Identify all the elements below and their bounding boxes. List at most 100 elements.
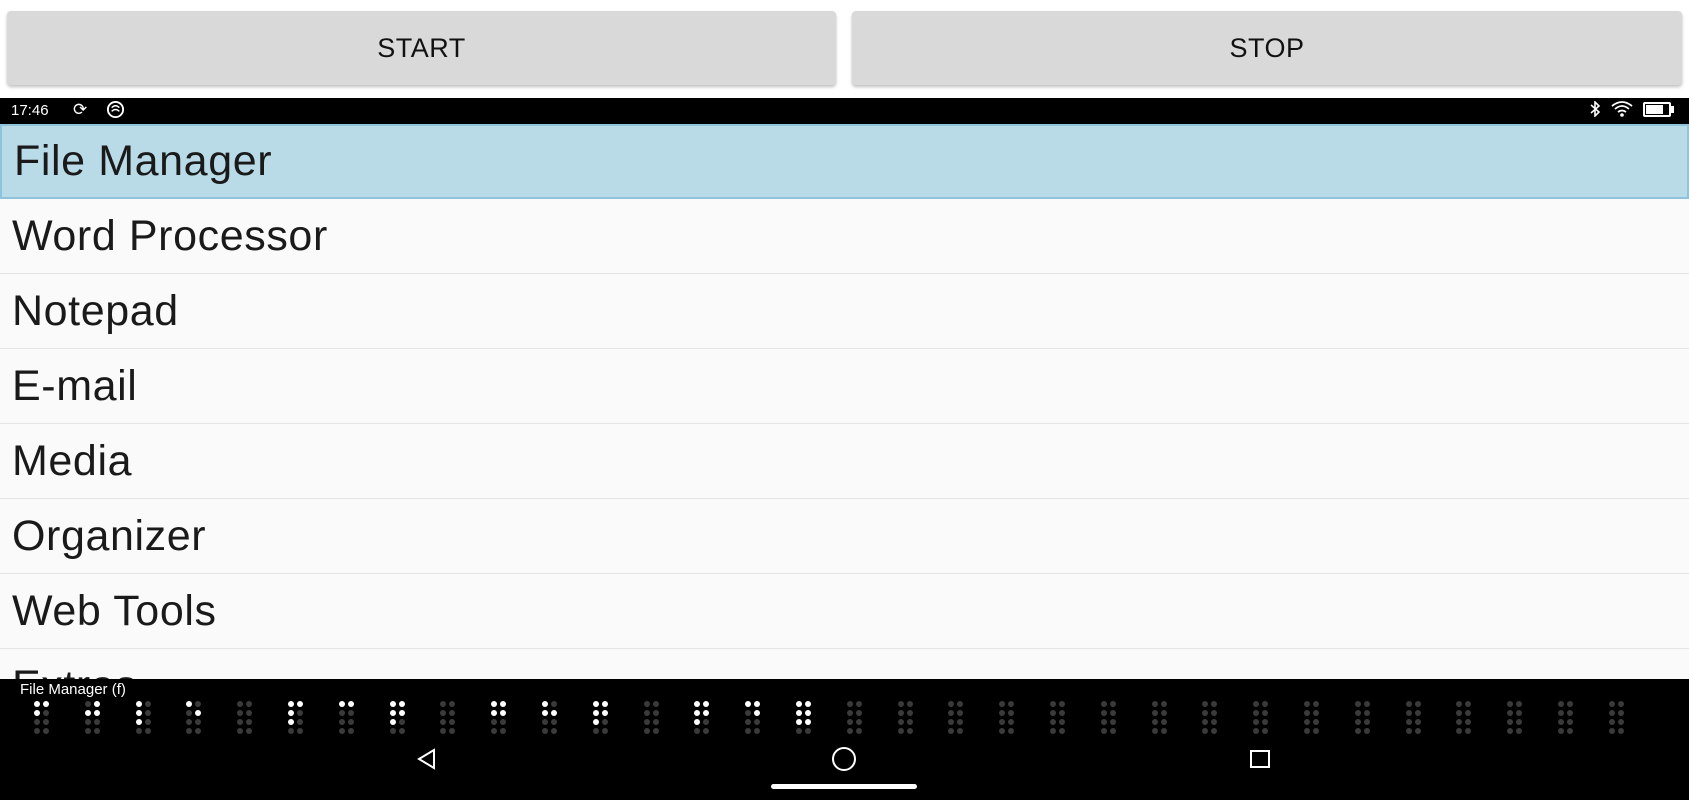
braille-dot: [1059, 719, 1065, 725]
menu-item-web-tools[interactable]: Web Tools: [0, 574, 1689, 649]
braille-cell[interactable]: [1304, 701, 1322, 735]
home-icon[interactable]: [820, 741, 868, 777]
wifi-icon: [1611, 101, 1633, 117]
menu-item-notepad[interactable]: Notepad: [0, 274, 1689, 349]
braille-cell[interactable]: [237, 701, 255, 735]
device-screen: 17:46 ⟳ File Manager Word Processor Note…: [0, 98, 1689, 800]
braille-dot: [347, 701, 354, 707]
start-button[interactable]: START: [7, 11, 836, 85]
menu-item-file-manager[interactable]: File Manager: [0, 124, 1689, 199]
menu-item-organizer[interactable]: Organizer: [0, 499, 1689, 574]
braille-cell[interactable]: [1456, 701, 1474, 735]
menu-item-extras[interactable]: Extras: [0, 649, 1689, 680]
braille-dot: [338, 728, 345, 734]
braille-dot: [652, 728, 659, 734]
braille-dot: [957, 728, 964, 734]
braille-cell[interactable]: [1100, 701, 1119, 735]
braille-dot: [1253, 710, 1260, 716]
braille-dot: [897, 728, 904, 734]
status-bar: 17:46 ⟳: [0, 98, 1689, 124]
braille-dot: [195, 728, 202, 734]
stop-button[interactable]: STOP: [852, 11, 1682, 85]
braille-dot: [855, 710, 862, 716]
braille-dot: [491, 701, 498, 707]
braille-cell[interactable]: [1507, 701, 1525, 735]
braille-cell[interactable]: [1405, 701, 1424, 735]
braille-dot: [652, 710, 659, 716]
braille-dot: [999, 701, 1006, 707]
braille-dot: [1202, 728, 1209, 734]
braille-cell[interactable]: [846, 701, 865, 735]
braille-dot: [1516, 728, 1523, 734]
menu-item-email[interactable]: E-mail: [0, 349, 1689, 424]
braille-dot: [1262, 710, 1269, 716]
braille-dot: [1456, 728, 1463, 734]
braille-dot: [999, 710, 1006, 716]
braille-dot: [957, 719, 964, 725]
back-icon[interactable]: [403, 741, 451, 777]
braille-dot: [1405, 728, 1412, 734]
braille-cell[interactable]: [1050, 701, 1068, 735]
braille-dot: [186, 719, 193, 725]
braille-cell[interactable]: [1202, 701, 1220, 735]
braille-dot: [652, 719, 659, 725]
braille-cell[interactable]: [694, 701, 712, 735]
braille-dot: [1456, 710, 1463, 716]
braille-dot: [1211, 728, 1218, 734]
menu-item-media[interactable]: Media: [0, 424, 1689, 499]
braille-dot: [643, 728, 650, 734]
braille-cell[interactable]: [948, 701, 966, 735]
braille-cell[interactable]: [1253, 701, 1271, 735]
braille-dot: [592, 701, 599, 707]
braille-dot: [805, 710, 811, 716]
braille-dot: [1008, 728, 1015, 734]
braille-cell[interactable]: [1354, 701, 1373, 735]
braille-cell[interactable]: [1608, 701, 1627, 735]
braille-cell[interactable]: [491, 701, 509, 735]
braille-cell[interactable]: [338, 701, 357, 735]
menu-item-word-processor[interactable]: Word Processor: [0, 199, 1689, 274]
braille-dot: [1253, 728, 1260, 734]
braille-dot: [754, 719, 761, 725]
braille-dot: [500, 728, 507, 734]
braille-dot: [195, 710, 202, 716]
braille-dot: [1507, 719, 1514, 725]
braille-cell[interactable]: [999, 701, 1017, 735]
braille-dot: [745, 719, 752, 725]
braille-dot: [1354, 728, 1361, 734]
recents-icon[interactable]: [1236, 741, 1284, 777]
braille-dot: [1608, 728, 1615, 734]
braille-dot: [1151, 728, 1158, 734]
braille-cell[interactable]: [1151, 701, 1170, 735]
braille-dot: [1567, 701, 1573, 707]
braille-cell[interactable]: [542, 701, 560, 735]
braille-cell[interactable]: [440, 701, 458, 735]
braille-cell[interactable]: [897, 701, 916, 735]
braille-cell[interactable]: [389, 701, 408, 735]
control-bar: START STOP: [0, 0, 1689, 98]
braille-dot: [297, 701, 303, 707]
braille-dot: [1608, 710, 1615, 716]
braille-cell[interactable]: [186, 701, 204, 735]
braille-dot: [135, 719, 142, 725]
braille-dot: [694, 728, 701, 734]
braille-dot: [1617, 710, 1624, 716]
braille-dot: [1507, 728, 1514, 734]
braille-cell[interactable]: [288, 701, 306, 735]
braille-cell[interactable]: [135, 701, 154, 735]
braille-dot: [186, 728, 193, 734]
braille-dot: [1608, 701, 1615, 707]
braille-cell[interactable]: [796, 701, 814, 735]
braille-dot: [237, 719, 244, 725]
braille-dot: [1211, 701, 1218, 707]
braille-cell[interactable]: [745, 701, 763, 735]
braille-cell[interactable]: [34, 701, 52, 735]
braille-cell[interactable]: [592, 701, 611, 735]
braille-cell[interactable]: [84, 701, 103, 735]
braille-dot: [500, 701, 507, 707]
braille-cell[interactable]: [643, 701, 662, 735]
braille-dot: [1405, 719, 1412, 725]
braille-cell[interactable]: [1558, 701, 1576, 735]
braille-dot: [601, 701, 608, 707]
braille-dot: [1567, 710, 1573, 716]
